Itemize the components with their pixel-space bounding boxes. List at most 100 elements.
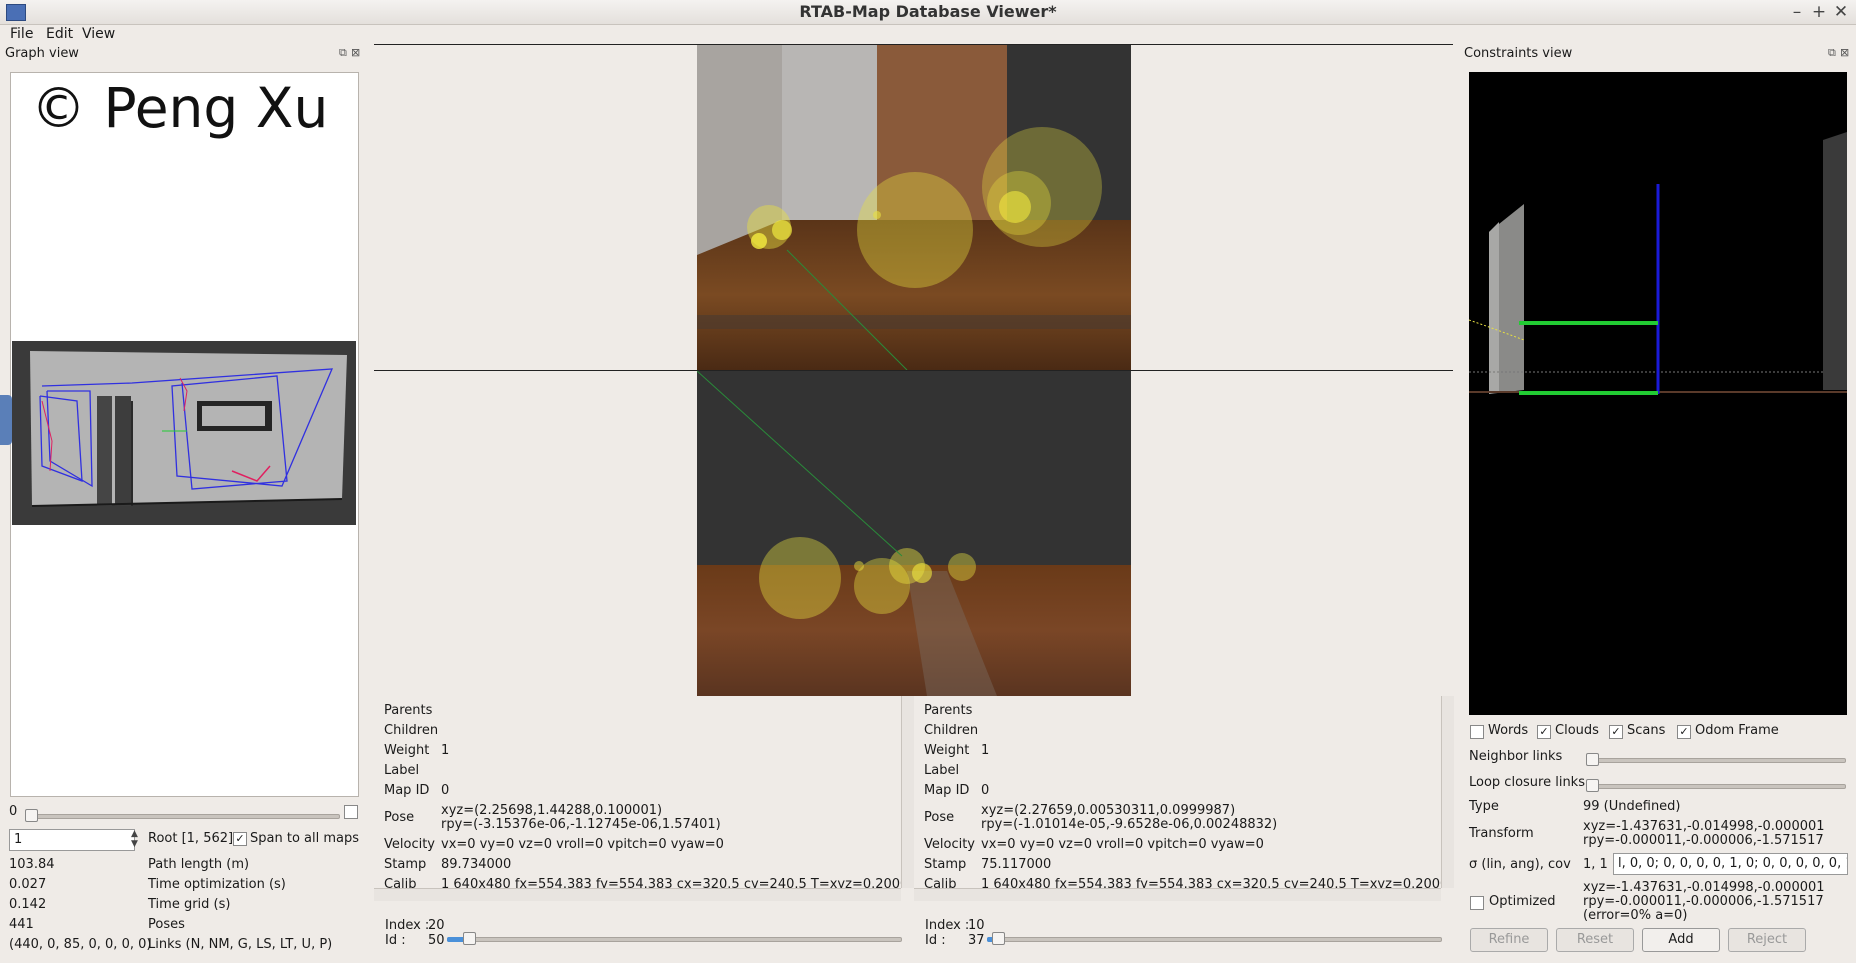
optimized-checkbox[interactable] bbox=[1470, 896, 1484, 910]
graph-slider-value: 0 bbox=[9, 804, 18, 819]
odom-frame-checkbox[interactable]: ✓ bbox=[1677, 725, 1691, 739]
left-index-value: 20 bbox=[428, 918, 445, 933]
info-value: 1 bbox=[441, 743, 450, 758]
optimized-error: (error=0% a=0) bbox=[1583, 908, 1688, 923]
root-label: Root [1, 562] bbox=[148, 831, 234, 846]
info-label: Parents bbox=[924, 703, 973, 718]
left-index-slider[interactable] bbox=[447, 937, 902, 942]
covariance-field[interactable]: l, 0, 0; 0, 0, 0, 0, 1, 0; 0, 0, 0, 0, 0… bbox=[1613, 853, 1848, 875]
reject-button[interactable]: Reject bbox=[1728, 928, 1806, 952]
info-label: Parents bbox=[384, 703, 433, 718]
graph-view-canvas[interactable]: © Peng Xu bbox=[10, 72, 359, 797]
app-icon bbox=[6, 4, 26, 21]
info-label: Stamp bbox=[384, 857, 427, 872]
close-button[interactable]: ✕ bbox=[1831, 2, 1851, 22]
span-label: Span to all maps bbox=[250, 831, 360, 846]
info-label: Stamp bbox=[924, 857, 967, 872]
info-value: 1 bbox=[981, 743, 990, 758]
loop-closure-links-slider[interactable] bbox=[1590, 784, 1846, 789]
graph-view-float-icon[interactable]: ⧉ bbox=[339, 46, 347, 60]
info-label: Pose bbox=[384, 810, 415, 825]
menu-edit[interactable]: Edit bbox=[46, 24, 73, 44]
right-index-label: Index : bbox=[925, 918, 970, 933]
transform-label: Transform bbox=[1469, 826, 1534, 841]
scans-label: Scans bbox=[1627, 723, 1666, 738]
clouds-checkbox[interactable]: ✓ bbox=[1537, 725, 1551, 739]
loop-closure-links-label: Loop closure links bbox=[1469, 775, 1585, 790]
graph-view-close-icon[interactable]: ⊠ bbox=[351, 46, 360, 59]
graph-slider[interactable] bbox=[28, 814, 340, 819]
menu-bar: File Edit View bbox=[0, 24, 1856, 44]
span-checkbox[interactable]: ✓ bbox=[233, 832, 247, 846]
stat-value: 441 bbox=[9, 917, 34, 932]
info-label: Label bbox=[384, 763, 420, 778]
stat-value: (440, 0, 85, 0, 0, 0, 0) bbox=[9, 937, 152, 952]
info-label: Pose bbox=[924, 810, 955, 825]
info-value: vx=0 vy=0 vz=0 vroll=0 vpitch=0 vyaw=0 bbox=[441, 837, 724, 852]
info-value: 0 bbox=[441, 783, 450, 798]
constraints-float-icon[interactable]: ⧉ bbox=[1828, 46, 1836, 60]
image-view-bottom[interactable] bbox=[374, 370, 1453, 696]
left-info-vscroll[interactable] bbox=[901, 696, 914, 888]
left-info-hscroll[interactable] bbox=[374, 888, 901, 901]
right-index-slider[interactable] bbox=[987, 937, 1442, 942]
title-bar: RTAB-Map Database Viewer* – + ✕ bbox=[0, 0, 1856, 25]
optimized-xyz: xyz=-1.437631,-0.014998,-0.000001 bbox=[1583, 880, 1825, 895]
stat-label: Links (N, NM, G, LS, LT, U, P) bbox=[148, 937, 333, 952]
graph-map-svg bbox=[12, 341, 356, 525]
info-label: Children bbox=[384, 723, 439, 738]
transform-rpy: rpy=-0.000011,-0.000006,-1.571517 bbox=[1583, 833, 1824, 848]
scans-checkbox[interactable]: ✓ bbox=[1609, 725, 1623, 739]
optimized-label: Optimized bbox=[1489, 894, 1556, 909]
add-button[interactable]: Add bbox=[1642, 928, 1720, 952]
image-view-top[interactable] bbox=[374, 44, 1453, 370]
right-slider-handle[interactable] bbox=[992, 932, 1005, 945]
reset-button[interactable]: Reset bbox=[1556, 928, 1634, 952]
info-label: Weight bbox=[924, 743, 970, 758]
info-label: Children bbox=[924, 723, 979, 738]
constraints-close-icon[interactable]: ⊠ bbox=[1840, 46, 1849, 59]
info-value: rpy=(-3.15376e-06,-1.12745e-06,1.57401) bbox=[441, 817, 721, 832]
menu-view[interactable]: View bbox=[82, 24, 115, 44]
right-info-hscroll[interactable] bbox=[914, 888, 1441, 901]
stat-value: 0.142 bbox=[9, 897, 47, 912]
words-checkbox[interactable] bbox=[1470, 725, 1484, 739]
stat-label: Time optimization (s) bbox=[148, 877, 286, 892]
stat-value: 103.84 bbox=[9, 857, 55, 872]
spinbox-arrows-icon[interactable]: ▲ ▼ bbox=[131, 829, 138, 849]
type-label: Type bbox=[1469, 799, 1499, 814]
refine-button[interactable]: Refine bbox=[1470, 928, 1548, 952]
left-slider-handle[interactable] bbox=[463, 932, 476, 945]
info-label: Map ID bbox=[384, 783, 430, 798]
constraints-view-title: Constraints view bbox=[1464, 46, 1573, 61]
left-node-info: Parents Children Weight 1 Label Map ID 0… bbox=[374, 696, 914, 901]
minimize-button[interactable]: – bbox=[1787, 2, 1807, 22]
neighbor-links-handle[interactable] bbox=[1586, 753, 1599, 766]
stat-value: 0.027 bbox=[9, 877, 47, 892]
root-spinbox[interactable]: 1 bbox=[9, 829, 135, 851]
right-index-value: 10 bbox=[968, 918, 985, 933]
watermark-text: © Peng Xu bbox=[31, 76, 329, 140]
info-label: Map ID bbox=[924, 783, 970, 798]
constraints-3d-svg bbox=[1469, 72, 1847, 715]
graph-slider-handle[interactable] bbox=[25, 809, 38, 822]
menu-file[interactable]: File bbox=[10, 24, 33, 44]
right-id-value: 37 bbox=[968, 933, 985, 948]
info-value: rpy=(-1.01014e-05,-9.6528e-06,0.00248832… bbox=[981, 817, 1278, 832]
loop-closure-links-handle[interactable] bbox=[1586, 779, 1599, 792]
info-label: Weight bbox=[384, 743, 430, 758]
info-label: Velocity bbox=[384, 837, 435, 852]
graph-slider-checkbox[interactable] bbox=[344, 805, 358, 819]
type-value: 99 (Undefined) bbox=[1583, 799, 1681, 814]
neighbor-links-slider[interactable] bbox=[1590, 758, 1846, 763]
dock-toggle-handle[interactable] bbox=[0, 395, 12, 445]
info-label: Velocity bbox=[924, 837, 975, 852]
info-value: 0 bbox=[981, 783, 990, 798]
words-label: Words bbox=[1488, 723, 1529, 738]
maximize-button[interactable]: + bbox=[1809, 2, 1829, 22]
right-id-label: Id : bbox=[925, 933, 946, 948]
right-info-vscroll[interactable] bbox=[1441, 696, 1454, 888]
stat-label: Time grid (s) bbox=[148, 897, 231, 912]
info-value: vx=0 vy=0 vz=0 vroll=0 vpitch=0 vyaw=0 bbox=[981, 837, 1264, 852]
constraints-3d-view[interactable] bbox=[1469, 72, 1847, 715]
